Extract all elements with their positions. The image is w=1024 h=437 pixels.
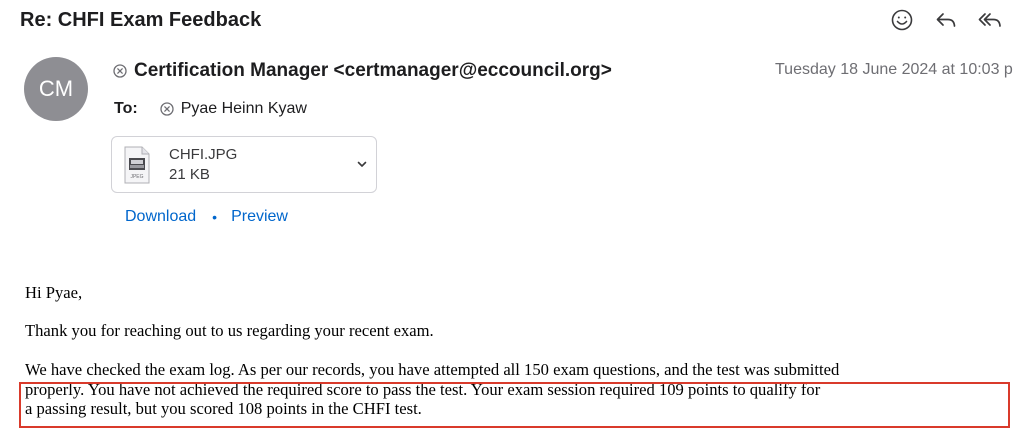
separator-dot: • bbox=[212, 209, 218, 225]
attachment-card[interactable]: JPEG CHFI.JPG 21 KB bbox=[111, 136, 377, 193]
reply-icon[interactable] bbox=[933, 7, 959, 33]
reply-all-icon[interactable] bbox=[977, 7, 1003, 33]
attachment-name: CHFI.JPG bbox=[169, 146, 238, 163]
preview-link[interactable]: Preview bbox=[231, 208, 288, 226]
smiley-icon[interactable] bbox=[889, 7, 915, 33]
remove-contact-icon[interactable] bbox=[113, 64, 127, 78]
paragraph-line: We have checked the exam log. As per our… bbox=[25, 360, 840, 379]
to-label: To: bbox=[114, 100, 138, 117]
paragraph-line: a passing result, but you scored 108 poi… bbox=[25, 399, 422, 418]
avatar: CM bbox=[24, 57, 88, 121]
remove-contact-icon[interactable] bbox=[160, 102, 174, 116]
email-subject: Re: CHFI Exam Feedback bbox=[20, 9, 262, 31]
chevron-down-icon[interactable] bbox=[355, 157, 369, 171]
email-paragraph: Thank you for reaching out to us regardi… bbox=[25, 321, 434, 340]
sender-name[interactable]: Certification Manager <certmanager@eccou… bbox=[134, 60, 612, 82]
email-paragraph: We have checked the exam log. As per our… bbox=[25, 360, 1015, 419]
download-link[interactable]: Download bbox=[125, 208, 196, 226]
sender-row: Certification Manager <certmanager@eccou… bbox=[113, 60, 612, 82]
avatar-initials: CM bbox=[38, 76, 74, 101]
recipient-row: To: Pyae Heinn Kyaw bbox=[114, 100, 307, 118]
file-type-label: JPEG bbox=[130, 174, 143, 180]
attachment-size: 21 KB bbox=[169, 166, 210, 183]
paragraph-line: properly. You have not achieved the requ… bbox=[25, 379, 821, 399]
recipient-name[interactable]: Pyae Heinn Kyaw bbox=[181, 100, 307, 118]
email-greeting: Hi Pyae, bbox=[25, 283, 83, 302]
email-date: Tuesday 18 June 2024 at 10:03 p bbox=[775, 61, 1013, 78]
jpeg-file-icon: JPEG bbox=[124, 146, 150, 184]
attachment-actions: Download • Preview bbox=[125, 208, 288, 226]
